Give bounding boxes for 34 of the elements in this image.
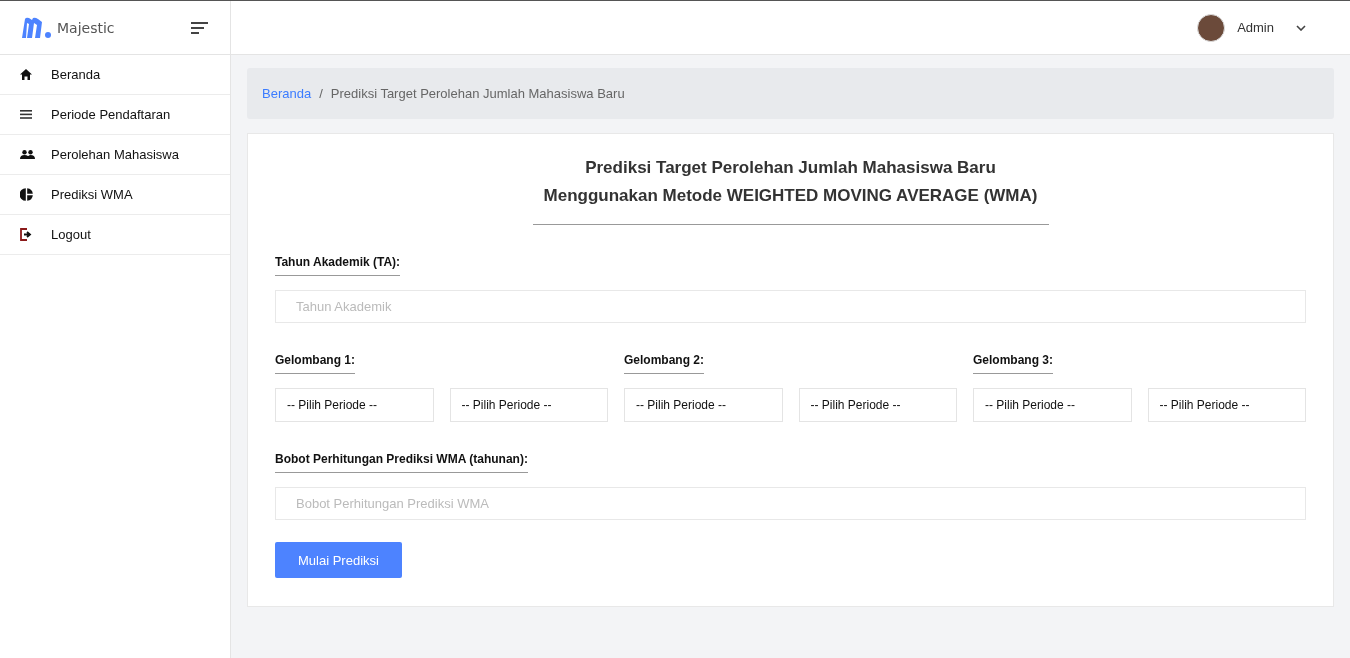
period-select[interactable]: -- Pilih Periode -- [973, 388, 1132, 422]
sidebar-item[interactable]: Prediksi WMA [0, 175, 230, 215]
sidebar-item[interactable]: Beranda [0, 55, 230, 95]
period-select[interactable]: -- Pilih Periode -- [624, 388, 783, 422]
breadcrumb-separator: / [319, 86, 323, 101]
field-label: Gelombang 1: [275, 353, 355, 374]
field-label: Bobot Perhitungan Prediksi WMA (tahunan): [275, 452, 528, 473]
pie-chart-icon [20, 188, 33, 201]
field-label: Gelombang 3: [973, 353, 1053, 374]
user-name[interactable]: Admin [1237, 20, 1274, 35]
sidebar-item[interactable]: Perolehan Mahasiswa [0, 135, 230, 175]
form-title: Menggunakan Metode WEIGHTED MOVING AVERAGE (WMA) [543, 186, 1038, 206]
year-input[interactable]: Tahun Akademik [275, 290, 1306, 323]
period-select[interactable]: -- Pilih Periode -- [275, 388, 434, 422]
weight-input[interactable]: Bobot Perhitungan Prediksi WMA [275, 487, 1306, 520]
menu-icon[interactable] [191, 21, 208, 34]
home-icon [20, 69, 32, 80]
logout-icon [20, 228, 32, 241]
breadcrumb-current: Prediksi Target Perolehan Jumlah Mahasiswa Baru [330, 86, 625, 101]
people-icon [20, 150, 35, 159]
chevron-down-icon[interactable] [1296, 24, 1306, 31]
list-icon [20, 110, 32, 119]
field-label: Tahun Akademik (TA): [275, 255, 401, 276]
period-select[interactable]: -- Pilih Periode -- [798, 388, 957, 422]
field-label: Gelombang 2: [624, 353, 704, 374]
start-prediction-button[interactable]: Mulai Prediksi [275, 542, 402, 578]
form-title: Prediksi Target Perolehan Jumlah Mahasiswa Baru [585, 158, 996, 178]
period-select[interactable]: -- Pilih Periode -- [1147, 388, 1306, 422]
sidebar-item[interactable]: Logout [0, 215, 230, 255]
brand-name: Majestic [57, 19, 115, 36]
period-select[interactable]: -- Pilih Periode -- [449, 388, 608, 422]
avatar[interactable] [1197, 13, 1226, 42]
sidebar-item[interactable]: Periode Pendaftaran [0, 95, 230, 135]
logo-icon [20, 15, 52, 40]
